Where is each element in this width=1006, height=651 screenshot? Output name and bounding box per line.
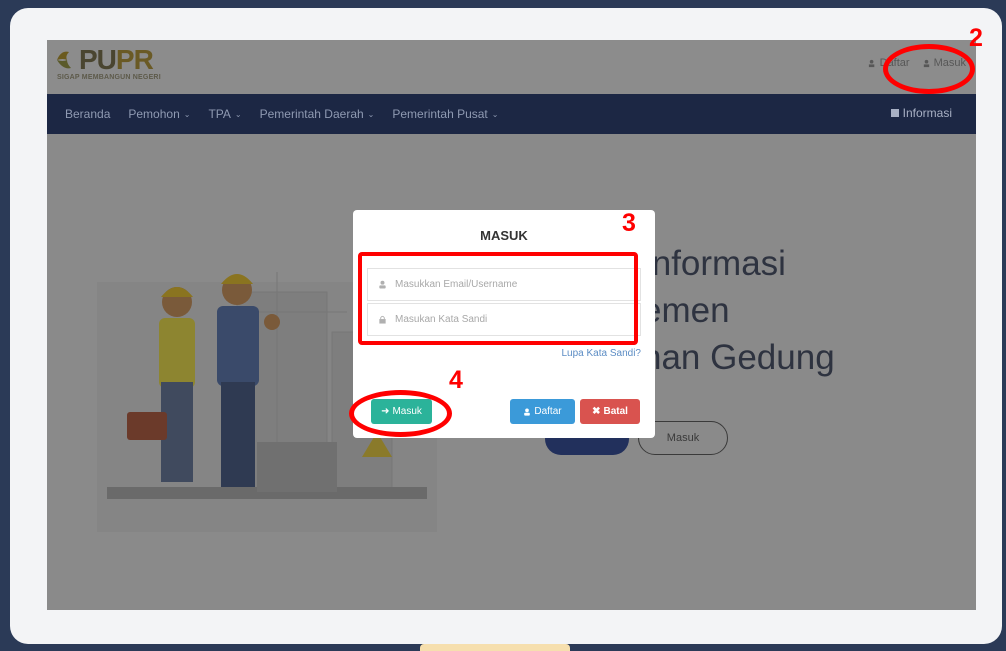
modal-title: MASUK [480,228,528,243]
chevron-down-icon: ⌄ [491,109,499,119]
nav-item-tpa[interactable]: TPA ⌄ [208,107,241,121]
register-button[interactable]: Daftar [510,399,575,424]
annotation-box-fields [358,252,638,345]
main-navbar: Beranda Pemohon ⌄ TPA ⌄ Pemerintah Daerah ⌄… [47,94,976,134]
book-icon [890,109,899,117]
hero-title: Informasi emen nan Gedung [642,244,835,377]
annotation-step-2: 2 [969,24,983,52]
forgot-password-link[interactable]: Lupa Kata Sandi? [561,348,641,359]
nav-item-pemohon[interactable]: Pemohon ⌄ [128,107,190,121]
user-icon [524,408,531,416]
chevron-down-icon: ⌄ [367,109,375,119]
nav-item-pemerintah-pusat[interactable]: Pemerintah Pusat ⌄ [392,107,498,121]
pupr-logo[interactable]: PUPR SIGAP MEMBANGUN NEGERI [55,44,185,88]
nav-item-pemerintah-daerah[interactable]: Pemerintah Daerah ⌄ [260,107,375,121]
top-bar: PUPR SIGAP MEMBANGUN NEGERI Daftar Masuk [47,40,976,94]
logo-tagline: SIGAP MEMBANGUN NEGERI [57,74,161,81]
annotation-step-4: 4 [449,366,463,394]
logo-word: PUPR [79,44,154,75]
close-icon: ✖ [592,406,601,417]
chevron-down-icon: ⌄ [234,109,242,119]
annotation-step-3: 3 [622,209,636,237]
chevron-down-icon: ⌄ [183,109,191,119]
annotation-ring-login [349,390,452,437]
nav-item-beranda[interactable]: Beranda [65,107,110,121]
nav-item-informasi[interactable]: Informasi [890,106,952,120]
annotation-ring-masuk [883,44,975,94]
user-add-icon [868,59,874,67]
cancel-button[interactable]: ✖ Batal [580,399,640,424]
bottom-tab [420,644,570,651]
